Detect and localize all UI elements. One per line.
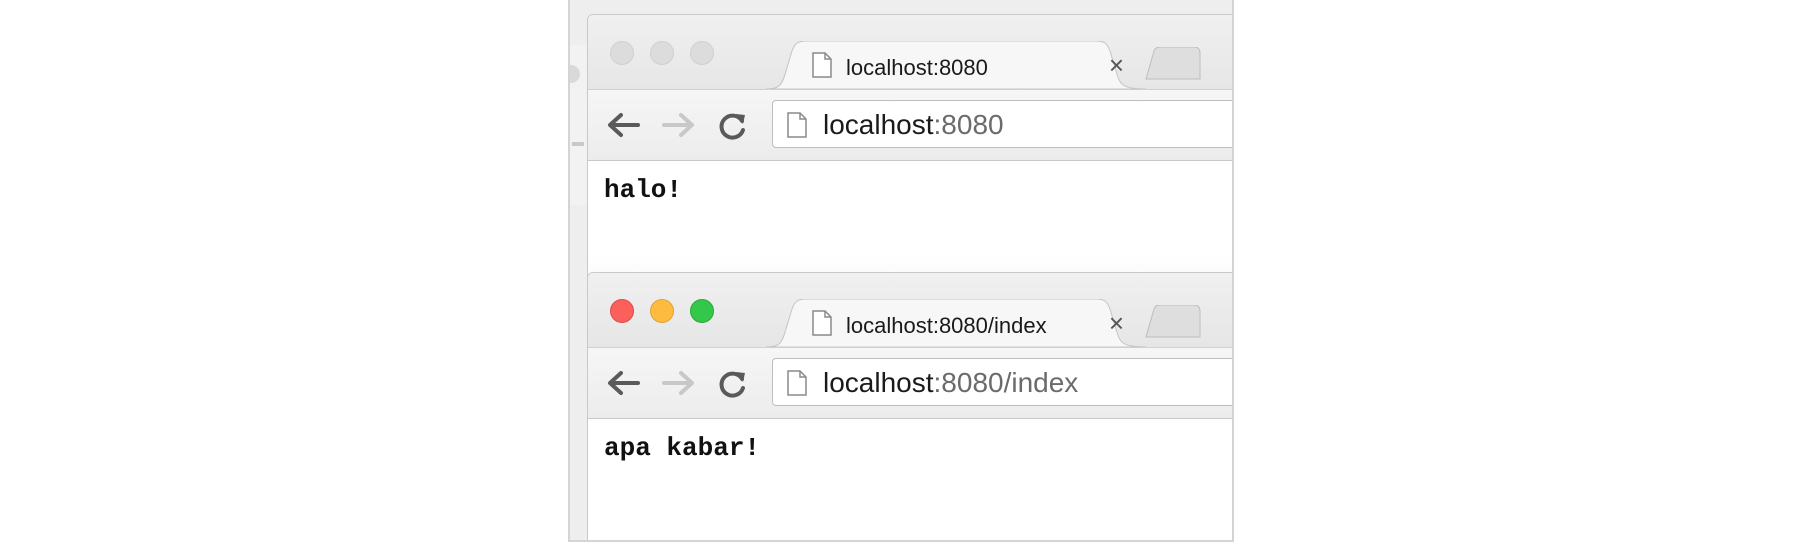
window-detail — [572, 142, 584, 146]
close-window-button[interactable] — [610, 41, 634, 65]
tab-title: localhost:8080/index — [846, 313, 1047, 338]
toolbar: localhost:8080 — [588, 89, 1232, 161]
close-tab-icon[interactable]: × — [1109, 51, 1124, 79]
url-path: :8080/index — [933, 367, 1079, 398]
url-host: localhost — [823, 109, 934, 140]
tab-title: localhost:8080 — [846, 55, 988, 80]
url-path: :8080 — [933, 109, 1004, 140]
document-icon — [787, 112, 807, 138]
url-host: localhost — [823, 367, 934, 398]
page-content: apa kabar! — [588, 419, 1232, 463]
page-text: halo! — [604, 175, 683, 205]
browser-tab[interactable]: localhost:8080/index × — [766, 299, 1146, 347]
address-bar[interactable]: localhost:8080 — [772, 100, 1232, 148]
arrow-left-icon[interactable] — [606, 112, 640, 138]
url-text[interactable]: localhost:8080 — [823, 109, 1004, 141]
browser-window-1: localhost:8080 × localhost:8080 halo! — [587, 14, 1232, 316]
document-icon — [812, 310, 832, 336]
minimize-window-button[interactable] — [650, 41, 674, 65]
reload-icon[interactable] — [718, 370, 748, 398]
title-bar: localhost:8080/index × — [588, 273, 1232, 347]
browser-window-2: localhost:8080/index × localhost:8080/in… — [587, 272, 1232, 540]
zoom-window-button[interactable] — [690, 41, 714, 65]
window-control — [570, 65, 580, 83]
close-window-button[interactable] — [610, 299, 634, 323]
new-tab-button[interactable] — [1144, 47, 1204, 81]
document-icon — [787, 370, 807, 396]
minimize-window-button[interactable] — [650, 299, 674, 323]
browser-tab[interactable]: localhost:8080 × — [766, 41, 1146, 89]
toolbar: localhost:8080/index — [588, 347, 1232, 419]
screenshot-frame: localhost:8080 × localhost:8080 halo! lo… — [568, 0, 1234, 542]
arrow-right-icon[interactable] — [662, 370, 696, 396]
address-bar[interactable]: localhost:8080/index — [772, 358, 1232, 406]
zoom-window-button[interactable] — [690, 299, 714, 323]
close-tab-icon[interactable]: × — [1109, 309, 1124, 337]
reload-icon[interactable] — [718, 112, 748, 140]
document-icon — [812, 52, 832, 78]
url-text[interactable]: localhost:8080/index — [823, 367, 1078, 399]
traffic-lights — [610, 299, 714, 323]
arrow-left-icon[interactable] — [606, 370, 640, 396]
page-text: apa kabar! — [604, 433, 761, 463]
new-tab-button[interactable] — [1144, 305, 1204, 339]
title-bar: localhost:8080 × — [588, 15, 1232, 89]
arrow-right-icon[interactable] — [662, 112, 696, 138]
traffic-lights — [610, 41, 714, 65]
